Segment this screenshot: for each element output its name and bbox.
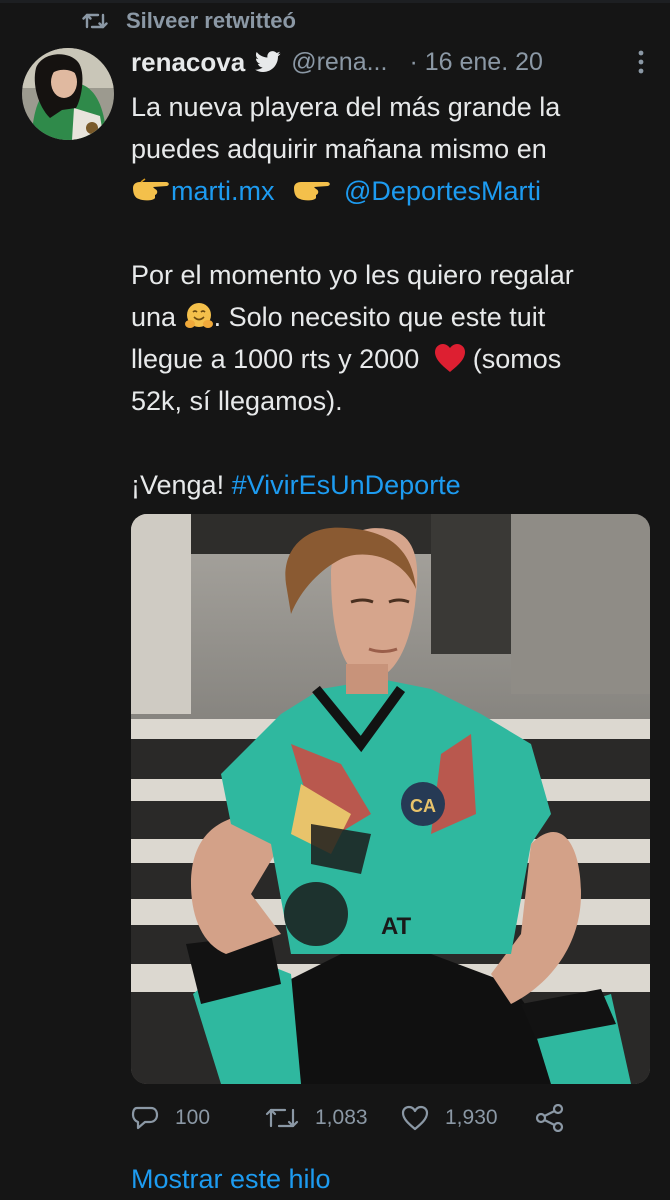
tweet-fragment: . Solo necesito que este tuit <box>213 302 546 332</box>
tweet-line: llegue a 1000 rts y 2000 (somos <box>131 338 651 380</box>
bird-icon <box>255 51 281 72</box>
like-button[interactable]: 1,930 <box>401 1098 498 1138</box>
tweet-line: puedes adquirir mañana mismo en <box>131 134 547 164</box>
tweet-line: 52k, sí llegamos). <box>131 386 343 416</box>
tweet-fragment: (somos <box>472 344 562 374</box>
pointing-right-emoji-icon <box>294 182 330 201</box>
retweet-icon <box>82 13 108 29</box>
retweet-context[interactable]: Silveer retwitteó <box>82 6 296 36</box>
tweet-line: ¡Venga! #VivirEsUnDeporte <box>131 464 651 506</box>
svg-text:AT: AT <box>381 913 412 940</box>
hashtag-link[interactable]: #VivirEsUnDeporte <box>232 470 461 500</box>
reply-count: 100 <box>175 1106 211 1129</box>
author-name[interactable]: renacova <box>131 47 245 78</box>
share-icon <box>535 1104 564 1132</box>
more-options-icon[interactable] <box>637 50 645 74</box>
hugging-face-emoji-icon <box>184 303 213 328</box>
reply-icon <box>131 1106 159 1130</box>
tweet-fragment: llegue a 1000 rts y 2000 <box>131 344 420 374</box>
jersey-photo: CA AT <box>131 514 650 1084</box>
tweet-line: Por el momento yo les quiero regalar <box>131 260 574 290</box>
retweet-count: 1,083 <box>315 1106 368 1129</box>
tweet-line: una . Solo necesito que este tuit <box>131 296 651 338</box>
like-count: 1,930 <box>445 1106 498 1129</box>
avatar[interactable] <box>22 48 114 140</box>
tweet-header: renacova @rena... · 16 ene. 20 <box>131 44 651 80</box>
author-handle[interactable]: @rena... <box>291 48 387 77</box>
retweet-button[interactable]: 1,083 <box>265 1098 368 1138</box>
link-marti[interactable]: marti.mx <box>171 176 275 206</box>
tweet-text: La nueva playera del más grande la puede… <box>131 86 651 506</box>
retweeted-by-label: Silveer retwitteó <box>126 8 296 33</box>
retweet-icon <box>265 1108 299 1128</box>
tweet-line: La nueva playera del más grande la <box>131 92 561 122</box>
red-heart-emoji-icon <box>434 344 465 372</box>
avatar-photo <box>22 48 114 140</box>
tweet-actions: 100 1,083 1,930 <box>131 1098 571 1138</box>
tweet-image[interactable]: CA AT <box>131 514 650 1084</box>
mention-deportesmarti[interactable]: @DeportesMarti <box>344 176 541 206</box>
pointing-right-emoji-icon <box>133 178 169 201</box>
tweet-fragment: ¡Venga! <box>131 470 225 500</box>
tweet[interactable]: Silveer retwitteó renacova @rena... · 16… <box>0 0 670 1200</box>
heart-icon <box>401 1105 429 1131</box>
show-thread-link[interactable]: Mostrar este hilo <box>131 1164 331 1195</box>
reply-button[interactable]: 100 <box>131 1098 210 1138</box>
tweet-fragment: una <box>131 302 177 332</box>
svg-text:CA: CA <box>410 796 436 816</box>
tweet-date[interactable]: · 16 ene. 20 <box>409 48 542 77</box>
share-button[interactable] <box>535 1098 565 1138</box>
tweet-line: marti.mx @DeportesMarti <box>131 170 651 212</box>
